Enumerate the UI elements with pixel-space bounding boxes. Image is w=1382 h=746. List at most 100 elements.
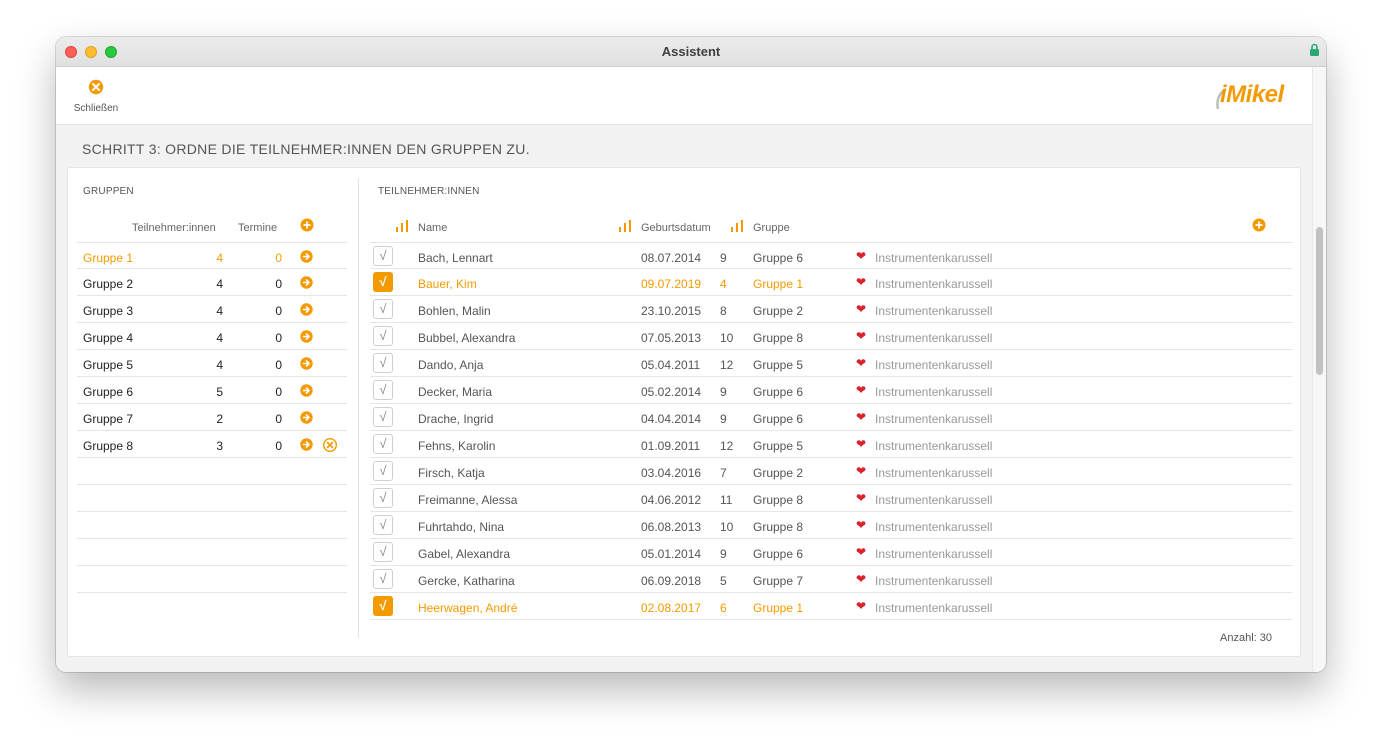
empty-group-row bbox=[77, 458, 347, 485]
assign-checkbox[interactable]: √ bbox=[373, 272, 393, 292]
participant-group: Gruppe 2 bbox=[753, 304, 804, 318]
participant-age: 10 bbox=[720, 331, 734, 345]
group-row[interactable]: Gruppe 8 3 0 bbox=[77, 431, 347, 458]
participant-row[interactable]: √ Gabel, Alexandra 05.01.2014 9 Gruppe 6 ❤ Ins… bbox=[370, 539, 1292, 566]
participant-activity: Instrumentenkarussell bbox=[875, 304, 993, 318]
check-icon: √ bbox=[379, 598, 387, 613]
arrow-right-circle-icon[interactable] bbox=[300, 276, 313, 294]
group-name: Gruppe 1 bbox=[83, 251, 134, 265]
participant-dob: 01.09.2011 bbox=[641, 439, 701, 453]
assign-checkbox[interactable]: √ bbox=[373, 488, 393, 508]
assign-checkbox[interactable]: √ bbox=[373, 407, 393, 427]
add-group-button[interactable] bbox=[300, 218, 314, 237]
bar-sort-icon[interactable] bbox=[731, 219, 745, 237]
check-icon: √ bbox=[379, 301, 387, 316]
group-row[interactable]: Gruppe 1 4 0 bbox=[77, 242, 347, 269]
heart-icon: ❤ bbox=[856, 599, 867, 613]
participant-row[interactable]: √ Drache, Ingrid 04.04.2014 9 Gruppe 6 ❤ Instr… bbox=[370, 404, 1292, 431]
participant-row[interactable]: √ Fehns, Karolin 01.09.2011 12 Gruppe 5 ❤ Inst… bbox=[370, 431, 1292, 458]
participant-row[interactable]: √ Bach, Lennart 08.07.2014 9 Gruppe 6 ❤ Instru… bbox=[370, 242, 1292, 269]
assign-checkbox[interactable]: √ bbox=[373, 569, 393, 589]
group-row[interactable]: Gruppe 5 4 0 bbox=[77, 350, 347, 377]
participant-age: 9 bbox=[720, 547, 727, 561]
arrow-right-circle-icon[interactable] bbox=[300, 303, 313, 321]
participant-row[interactable]: √ Bubbel, Alexandra 07.05.2013 10 Gruppe 8 ❤ I… bbox=[370, 323, 1292, 350]
empty-group-row bbox=[77, 512, 347, 539]
participant-activity: Instrumentenkarussell bbox=[875, 439, 993, 453]
assign-checkbox[interactable]: √ bbox=[373, 434, 393, 454]
heart-icon: ❤ bbox=[856, 491, 867, 505]
participant-dob: 02.08.2017 bbox=[641, 601, 702, 615]
assign-checkbox[interactable]: √ bbox=[373, 353, 393, 373]
participant-group: Gruppe 1 bbox=[753, 601, 804, 615]
group-name: Gruppe 2 bbox=[83, 277, 134, 291]
participant-row[interactable]: √ Heerwagen, André 02.08.2017 6 Gruppe 1 ❤ Ins… bbox=[370, 593, 1292, 620]
arrow-right-circle-icon[interactable] bbox=[300, 411, 313, 429]
participant-activity: Instrumentenkarussell bbox=[875, 547, 993, 561]
participant-activity: Instrumentenkarussell bbox=[875, 493, 993, 507]
group-row[interactable]: Gruppe 3 4 0 bbox=[77, 296, 347, 323]
participant-row[interactable]: √ Decker, Maria 05.02.2014 9 Gruppe 6 ❤ Instru… bbox=[370, 377, 1292, 404]
col-header-name[interactable]: Name bbox=[418, 222, 447, 234]
group-participant-count: 5 bbox=[216, 385, 223, 399]
participant-name: Drache, Ingrid bbox=[418, 412, 494, 426]
group-dates-count: 0 bbox=[275, 385, 282, 399]
group-row[interactable]: Gruppe 4 4 0 bbox=[77, 323, 347, 350]
delete-group-icon[interactable] bbox=[322, 437, 338, 457]
window-title: Assistent bbox=[661, 44, 721, 59]
assign-checkbox[interactable]: √ bbox=[373, 461, 393, 481]
participant-row[interactable]: √ Dando, Anja 05.04.2011 12 Gruppe 5 ❤ Instrum… bbox=[370, 350, 1292, 377]
vertical-scrollbar[interactable] bbox=[1312, 67, 1326, 672]
participant-row[interactable]: √ Firsch, Katja 03.04.2016 7 Gruppe 2 ❤ Instru… bbox=[370, 458, 1292, 485]
check-icon: √ bbox=[379, 274, 387, 289]
bar-sort-icon[interactable] bbox=[396, 219, 410, 237]
col-header-group[interactable]: Gruppe bbox=[753, 222, 790, 234]
assign-checkbox[interactable]: √ bbox=[373, 515, 393, 535]
group-name: Gruppe 8 bbox=[83, 439, 134, 453]
arrow-right-circle-icon[interactable] bbox=[300, 438, 313, 456]
assign-checkbox[interactable]: √ bbox=[373, 380, 393, 400]
col-header-dob[interactable]: Geburtsdatum bbox=[641, 222, 711, 234]
participant-activity: Instrumentenkarussell bbox=[875, 251, 993, 265]
group-participant-count: 4 bbox=[216, 251, 223, 265]
participant-dob: 05.02.2014 bbox=[641, 385, 702, 399]
arrow-right-circle-icon[interactable] bbox=[300, 357, 313, 375]
scrollbar-thumb[interactable] bbox=[1316, 227, 1323, 375]
participant-name: Bauer, Kim bbox=[418, 277, 477, 291]
group-row[interactable]: Gruppe 6 5 0 bbox=[77, 377, 347, 404]
participant-row[interactable]: √ Bauer, Kim 09.07.2019 4 Gruppe 1 ❤ Instrumen… bbox=[370, 269, 1292, 296]
participant-dob: 09.07.2019 bbox=[641, 277, 702, 291]
participant-age: 8 bbox=[720, 304, 727, 318]
participant-dob: 05.01.2014 bbox=[641, 547, 702, 561]
assign-checkbox[interactable]: √ bbox=[373, 246, 393, 266]
participant-activity: Instrumentenkarussell bbox=[875, 601, 993, 615]
participant-dob: 23.10.2015 bbox=[641, 304, 702, 318]
arrow-right-circle-icon[interactable] bbox=[300, 250, 313, 268]
participant-activity: Instrumentenkarussell bbox=[875, 277, 993, 291]
group-dates-count: 0 bbox=[275, 277, 282, 291]
arrow-right-circle-icon[interactable] bbox=[300, 384, 313, 402]
arrow-right-circle-icon[interactable] bbox=[300, 330, 313, 348]
participant-group: Gruppe 8 bbox=[753, 493, 804, 507]
heart-icon: ❤ bbox=[856, 572, 867, 586]
participant-row[interactable]: √ Freimanne, Alessa 04.06.2012 11 Gruppe 8 ❤ I… bbox=[370, 485, 1292, 512]
assign-checkbox[interactable]: √ bbox=[373, 326, 393, 346]
participant-dob: 05.04.2011 bbox=[641, 358, 701, 372]
close-wizard-button[interactable]: Schließen bbox=[70, 79, 122, 114]
participant-age: 9 bbox=[720, 412, 727, 426]
check-icon: √ bbox=[379, 517, 387, 532]
participant-name: Decker, Maria bbox=[418, 385, 493, 399]
assign-checkbox[interactable]: √ bbox=[373, 542, 393, 562]
assign-checkbox[interactable]: √ bbox=[373, 596, 393, 616]
group-row[interactable]: Gruppe 2 4 0 bbox=[77, 269, 347, 296]
bar-sort-icon[interactable] bbox=[619, 219, 633, 237]
group-dates-count: 0 bbox=[275, 251, 282, 265]
assign-checkbox[interactable]: √ bbox=[373, 299, 393, 319]
participant-row[interactable]: √ Bohlen, Malin 23.10.2015 8 Gruppe 2 ❤ Instru… bbox=[370, 296, 1292, 323]
participant-row[interactable]: √ Fuhrtahdo, Nina 06.08.2013 10 Gruppe 8 ❤ Ins… bbox=[370, 512, 1292, 539]
participant-age: 11 bbox=[720, 493, 733, 507]
participant-row[interactable]: √ Gercke, Katharina 06.09.2018 5 Gruppe 7 ❤ In… bbox=[370, 566, 1292, 593]
group-row[interactable]: Gruppe 7 2 0 bbox=[77, 404, 347, 431]
add-participant-button[interactable] bbox=[1252, 218, 1266, 237]
participant-age: 12 bbox=[720, 439, 734, 453]
